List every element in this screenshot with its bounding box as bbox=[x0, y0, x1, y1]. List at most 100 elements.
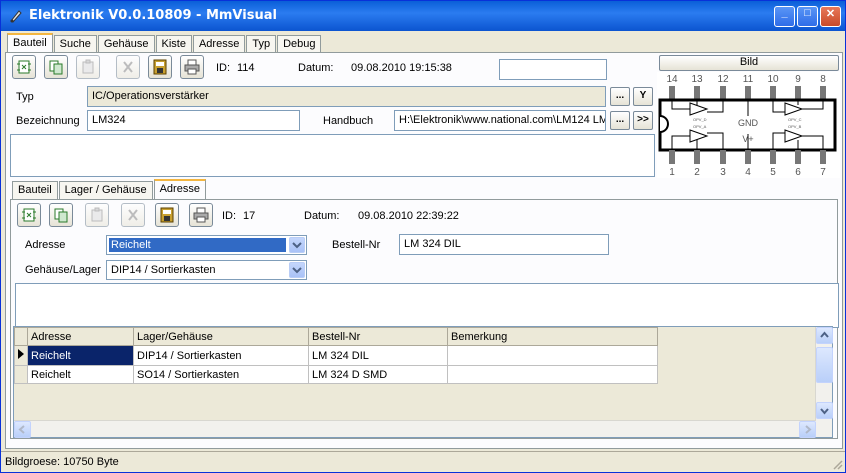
tab-bauteil[interactable]: Bauteil bbox=[7, 33, 53, 53]
ic-pinout-drawing: 14 13 12 11 10 9 8 1234567 GND V+ OPV_D OPV_C … bbox=[658, 74, 837, 178]
cell-lager-gehaeuse[interactable]: DIP14 / Sortierkasten bbox=[133, 345, 309, 366]
paste-button[interactable] bbox=[76, 55, 100, 79]
maximize-button[interactable]: □ bbox=[797, 6, 818, 27]
handbuch-field[interactable]: H:\Elektronik\www.national.com\LM124 LM bbox=[394, 110, 606, 131]
adresse-paste-button[interactable] bbox=[85, 203, 109, 227]
close-button[interactable]: ✕ bbox=[820, 6, 841, 27]
bild-button[interactable]: Bild bbox=[659, 55, 839, 71]
cell-bemerkung[interactable] bbox=[447, 365, 658, 384]
col-header-lager-gehaeuse[interactable]: Lager/Gehäuse bbox=[133, 327, 309, 346]
tab-suche[interactable]: Suche bbox=[53, 35, 97, 53]
adresse-save-button[interactable] bbox=[155, 203, 179, 227]
subtab-lager-gehaeuse[interactable]: Lager / Gehäuse bbox=[58, 181, 153, 199]
col-header-adresse[interactable]: Adresse bbox=[27, 327, 134, 346]
table-row[interactable]: Reichelt SO14 / Sortierkasten LM 324 D S… bbox=[14, 365, 658, 384]
bauteil-datum-label: Datum: bbox=[298, 62, 334, 74]
cell-lager-gehaeuse[interactable]: SO14 / Sortierkasten bbox=[133, 365, 309, 384]
scroll-down-button[interactable] bbox=[816, 402, 833, 419]
ic-pin-bottom bbox=[694, 150, 700, 164]
save-button[interactable] bbox=[148, 55, 172, 79]
tab-gehaeuse[interactable]: Gehäuse bbox=[97, 35, 155, 53]
ic-pin-number-top: 13 bbox=[691, 74, 703, 85]
opamp-label-c: OPV_C bbox=[788, 117, 802, 122]
copy-icon bbox=[49, 60, 63, 75]
adresse-copy-button[interactable] bbox=[49, 203, 73, 227]
scroll-up-button[interactable] bbox=[816, 327, 833, 344]
grid-vertical-scrollbar[interactable] bbox=[815, 327, 833, 437]
save-icon bbox=[153, 59, 167, 75]
title-bar[interactable]: Elektronik V0.0.10809 - MmVisual _ □ ✕ bbox=[1, 1, 845, 31]
chevron-down-icon bbox=[292, 267, 302, 274]
adresse-print-button[interactable] bbox=[189, 203, 213, 227]
subtab-bauteil[interactable]: Bauteil bbox=[12, 181, 58, 199]
new-button[interactable] bbox=[12, 55, 36, 79]
print-button[interactable] bbox=[180, 55, 204, 79]
ic-pin-top bbox=[795, 86, 801, 100]
paste-icon bbox=[82, 59, 94, 74]
copy-icon bbox=[54, 208, 68, 223]
typ-label: Typ bbox=[16, 91, 34, 103]
adresse-datum-label: Datum: bbox=[304, 210, 340, 222]
adresse-combo[interactable]: Reichelt bbox=[106, 235, 307, 255]
adresse-delete-button[interactable] bbox=[121, 203, 145, 227]
print-icon bbox=[193, 207, 209, 223]
row-indicator[interactable] bbox=[14, 365, 28, 384]
cell-bemerkung[interactable] bbox=[447, 345, 658, 366]
subtab-adresse[interactable]: Adresse bbox=[153, 179, 206, 199]
bezeichnung-field[interactable]: LM324 bbox=[87, 110, 300, 131]
cell-adresse[interactable]: Reichelt bbox=[27, 365, 134, 384]
col-header-bestell-nr[interactable]: Bestell-Nr bbox=[308, 327, 448, 346]
ic-pin-number-bottom: 1 bbox=[669, 167, 675, 178]
scroll-right-button[interactable] bbox=[799, 421, 816, 438]
delete-button[interactable] bbox=[116, 55, 140, 79]
cell-bestell-nr[interactable]: LM 324 DIL bbox=[308, 345, 448, 366]
handbuch-label: Handbuch bbox=[323, 115, 374, 127]
ic-pin-bottom bbox=[720, 150, 726, 164]
gehaeuse-lager-combo-dropdown[interactable] bbox=[289, 262, 305, 278]
ic-pin-top bbox=[720, 86, 726, 100]
bauteil-notes-area[interactable] bbox=[10, 134, 655, 177]
handbuch-browse-button[interactable]: ... bbox=[610, 111, 630, 130]
bauteil-datum-value: 09.08.2010 19:15:38 bbox=[351, 62, 452, 74]
bauteil-id-value: 114 bbox=[237, 62, 255, 74]
scroll-left-button[interactable] bbox=[14, 421, 31, 438]
bauteil-extra-field[interactable] bbox=[499, 59, 607, 80]
app-window: Elektronik V0.0.10809 - MmVisual _ □ ✕ B… bbox=[0, 0, 846, 473]
status-bar: Bildgroese: 10750 Byte bbox=[1, 451, 845, 472]
ic-pin-number-top: 12 bbox=[717, 74, 729, 85]
ic-pin-top bbox=[669, 86, 675, 100]
ic-pin-number-bottom: 2 bbox=[694, 167, 700, 178]
adresse-new-button[interactable] bbox=[17, 203, 41, 227]
chevron-down-icon bbox=[292, 242, 302, 249]
copy-button[interactable] bbox=[44, 55, 68, 79]
adresse-combo-dropdown[interactable] bbox=[289, 237, 305, 253]
col-header-bemerkung[interactable]: Bemerkung bbox=[447, 327, 658, 346]
table-row[interactable]: Reichelt DIP14 / Sortierkasten LM 324 DI… bbox=[14, 345, 658, 366]
ic-pin-bottom bbox=[770, 150, 776, 164]
close-icon: ✕ bbox=[825, 8, 836, 20]
tab-debug[interactable]: Debug bbox=[277, 35, 322, 53]
row-indicator[interactable] bbox=[14, 345, 28, 366]
bestell-nr-field[interactable]: LM 324 DIL bbox=[399, 234, 609, 255]
tab-typ[interactable]: Typ bbox=[246, 35, 277, 53]
scroll-thumb[interactable] bbox=[816, 347, 833, 383]
ic-pin-bottom bbox=[745, 150, 751, 164]
grid-horizontal-scrollbar[interactable] bbox=[14, 420, 816, 438]
cell-adresse[interactable]: Reichelt bbox=[27, 345, 134, 366]
vplus-label: V+ bbox=[742, 134, 753, 144]
window-title: Elektronik V0.0.10809 - MmVisual bbox=[29, 8, 277, 23]
tab-adresse[interactable]: Adresse bbox=[192, 35, 246, 53]
ic-pin-top bbox=[745, 86, 751, 100]
adresse-notes-area[interactable] bbox=[15, 283, 839, 328]
handbuch-open-button[interactable]: >> bbox=[633, 111, 653, 130]
gehaeuse-lager-combo[interactable]: DIP14 / Sortierkasten bbox=[106, 260, 307, 280]
resize-grip-icon[interactable] bbox=[831, 458, 843, 470]
typ-field[interactable]: IC/Operationsverstärker bbox=[87, 86, 606, 107]
minimize-button[interactable]: _ bbox=[774, 6, 795, 27]
tab-kiste[interactable]: Kiste bbox=[155, 35, 192, 53]
typ-browse-button[interactable]: ... bbox=[610, 87, 630, 106]
typ-y-button[interactable]: Y bbox=[633, 87, 653, 106]
cell-bestell-nr[interactable]: LM 324 D SMD bbox=[308, 365, 448, 384]
chevron-right-icon bbox=[805, 425, 812, 434]
ic-pin-number-top: 14 bbox=[666, 74, 678, 85]
